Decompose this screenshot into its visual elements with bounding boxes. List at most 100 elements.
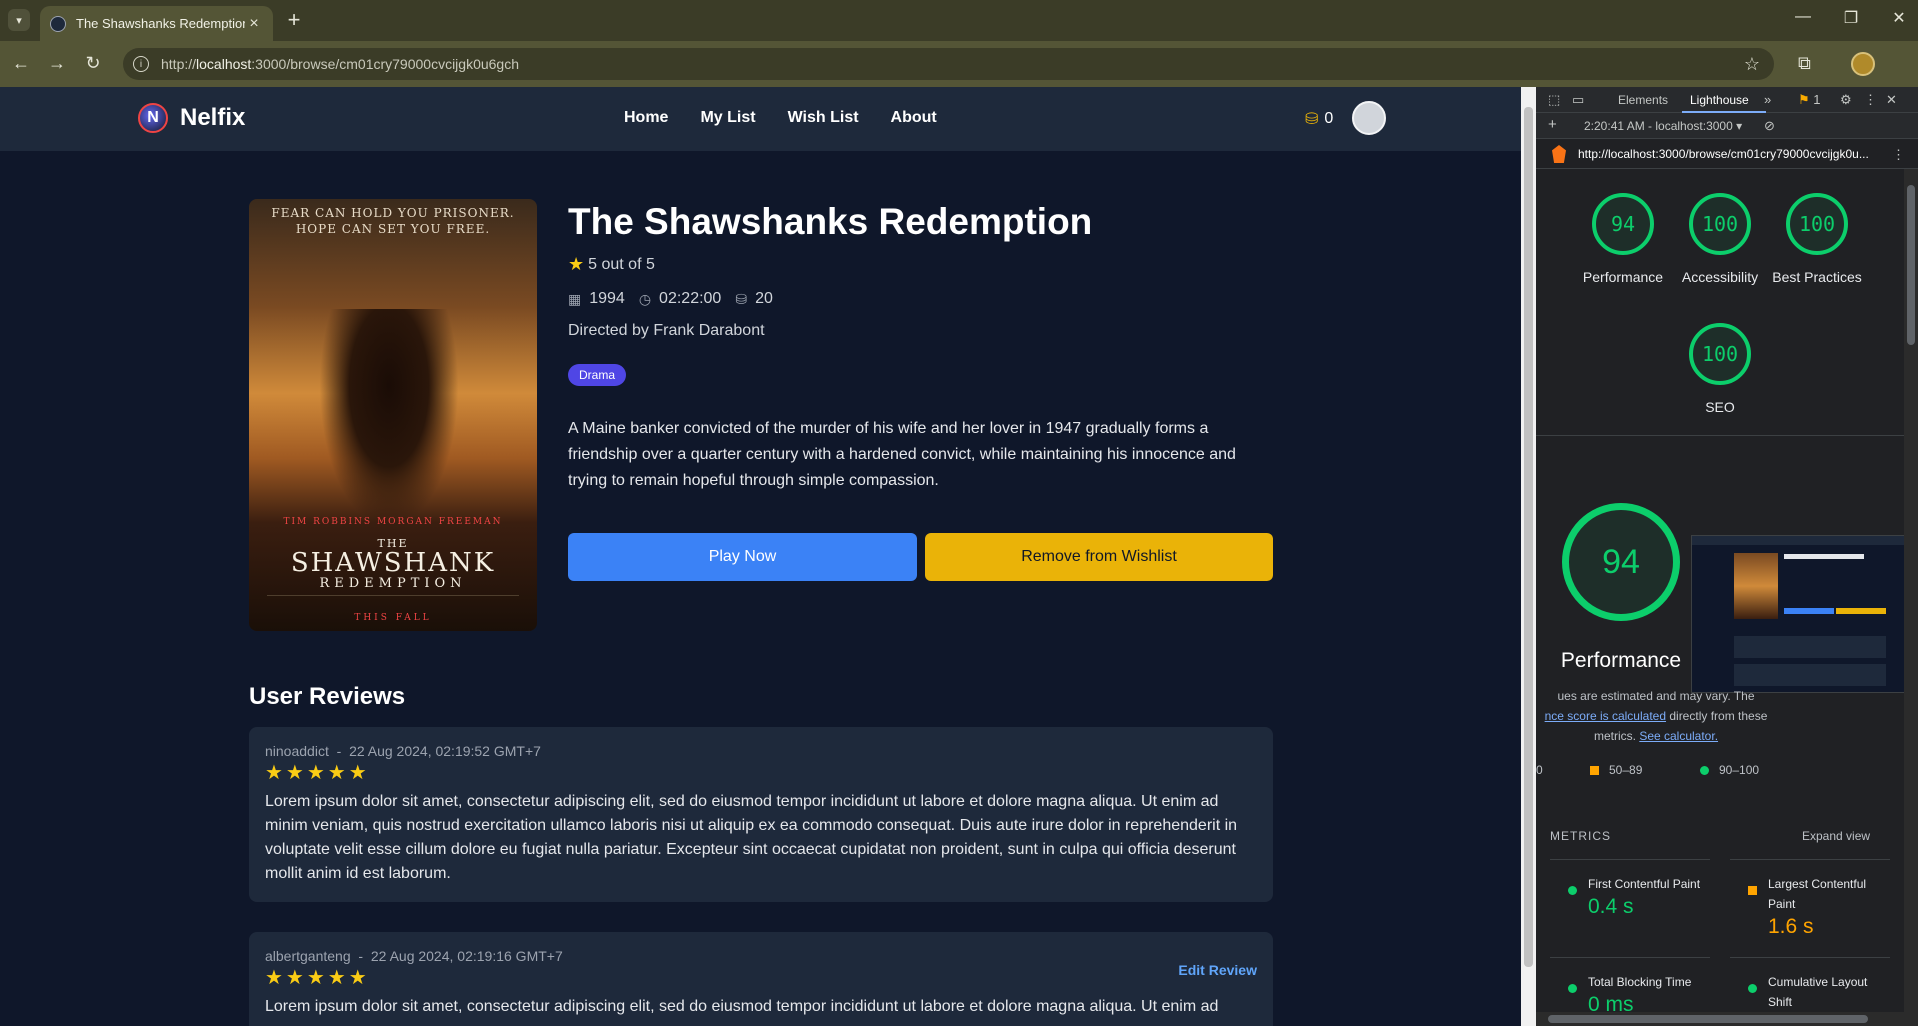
review-stars-icon: ★★★★★ (265, 762, 370, 784)
metric-lcp: Largest Contentful Paint 1.6 s (1730, 859, 1890, 940)
review-header: albertganteng - 22 Aug 2024, 02:19:16 GM… (265, 948, 563, 964)
metric-average-icon (1748, 886, 1757, 895)
new-report-plus-icon[interactable]: + (1548, 116, 1557, 133)
address-url[interactable]: http://localhost:3000/browse/cm01cry7900… (161, 56, 519, 72)
score-calculated-link[interactable]: nce score is calculated (1545, 709, 1666, 723)
movie-year: 1994 (589, 290, 625, 307)
site-info-icon[interactable]: i (133, 56, 149, 72)
settings-gear-icon[interactable]: ⚙ (1840, 92, 1852, 108)
coin-balance: ⛁ 0 (1305, 109, 1333, 129)
score-gauge-best-practices[interactable]: 100 (1786, 193, 1848, 255)
metric-fcp: First Contentful Paint 0.4 s (1550, 859, 1710, 920)
score-gauge-accessibility[interactable]: 100 (1689, 193, 1751, 255)
poster-figure (319, 309, 459, 529)
browser-tab-strip: ▾ The Shawshanks Redemption × + — ❐ ✕ (0, 0, 1918, 41)
devtools-scrollbar[interactable] (1904, 169, 1918, 1026)
browser-tab-active[interactable]: The Shawshanks Redemption × (40, 6, 273, 41)
movie-synopsis: A Maine banker convicted of the murder o… (568, 420, 1236, 489)
rating-star-icon: ★ (568, 254, 585, 274)
nav-links: Home My List Wish List About (624, 109, 937, 127)
lighthouse-logo-icon (1552, 145, 1566, 163)
new-tab-plus-icon[interactable]: + (282, 8, 306, 32)
brand[interactable]: N Nelfix (138, 103, 245, 133)
poster-footer: THIS FALL (354, 613, 432, 623)
remove-from-wishlist-button[interactable]: Remove from Wishlist (925, 533, 1273, 581)
movie-price: 20 (755, 290, 773, 307)
minimize-icon[interactable]: — (1788, 8, 1818, 26)
review-card: ninoaddict - 22 Aug 2024, 02:19:52 GMT+7… (249, 727, 1273, 902)
devtools-tab-lighthouse[interactable]: Lighthouse (1690, 93, 1749, 107)
score-gauge-seo[interactable]: 100 (1689, 323, 1751, 385)
tab-list-chevron-icon[interactable]: ▾ (8, 9, 30, 31)
extensions-puzzle-icon[interactable]: ⧉ (1798, 53, 1811, 74)
score-note: ues are estimated and may vary. The nce … (1544, 689, 1768, 743)
nav-my-list[interactable]: My List (700, 109, 755, 127)
browser-profile-avatar[interactable] (1851, 52, 1875, 76)
score-label-best-practices: Best Practices (1772, 269, 1862, 285)
play-now-button[interactable]: Play Now (568, 533, 917, 581)
window-close-icon[interactable]: ✕ (1884, 8, 1914, 28)
metric-pass-icon (1748, 984, 1757, 993)
nav-wish-list[interactable]: Wish List (788, 109, 859, 127)
devtools-tab-bar: ⬚ ▭ Elements Lighthouse » ⚑ 1 ⚙ ⋮ ✕ (1536, 87, 1918, 113)
movie-title: The Shawshanks Redemption (568, 201, 1093, 242)
review-stars-icon: ★★★★★ (265, 967, 370, 989)
legend-zero: 0 (1536, 763, 1543, 777)
report-menu-icon[interactable]: ⋮ (1892, 147, 1905, 163)
inspect-element-icon[interactable]: ⬚ (1548, 92, 1560, 108)
report-selector[interactable]: 2:20:41 AM - localhost:3000 ▾ (1584, 119, 1742, 133)
address-bar[interactable]: i http://localhost:3000/browse/cm01cry79… (123, 48, 1774, 80)
review-card: albertganteng - 22 Aug 2024, 02:19:16 GM… (249, 932, 1273, 1026)
review-date: 22 Aug 2024, 02:19:52 GMT+7 (349, 743, 541, 759)
main-performance-label: Performance (1560, 649, 1682, 672)
movie-meta: ▦ 1994 ◷ 02:22:00 ⛁ 20 (568, 290, 773, 308)
poster-cast: TIM ROBBINS MORGAN FREEMAN (283, 517, 503, 527)
back-arrow-icon[interactable]: ← (9, 53, 33, 74)
nav-home[interactable]: Home (624, 109, 668, 127)
more-options-icon[interactable]: ⋮ (1864, 92, 1877, 108)
score-gauge-performance[interactable]: 94 (1592, 193, 1654, 255)
divider (1536, 435, 1904, 436)
review-body: Lorem ipsum dolor sit amet, consectetur … (265, 793, 1238, 882)
tab-close-icon[interactable]: × (245, 15, 263, 33)
page-scrollbar[interactable] (1521, 87, 1536, 1026)
devtools-tab-elements[interactable]: Elements (1618, 93, 1668, 107)
nav-about[interactable]: About (891, 109, 937, 127)
clear-icon[interactable]: ⊘ (1764, 118, 1775, 134)
page-scrollbar-thumb[interactable] (1524, 107, 1533, 967)
expand-view-link[interactable]: Expand view (1802, 829, 1870, 843)
legend-dot-icon (1700, 765, 1709, 775)
bookmark-star-icon[interactable]: ☆ (1744, 54, 1760, 75)
genre-badge: Drama (568, 364, 627, 386)
devtools-close-icon[interactable]: ✕ (1886, 92, 1897, 108)
forward-arrow-icon[interactable]: → (45, 53, 69, 74)
nelfix-logo-icon: N (138, 103, 168, 133)
review-author: ninoaddict (265, 743, 329, 759)
brand-name: Nelfix (180, 104, 246, 131)
more-tabs-icon[interactable]: » (1764, 92, 1771, 107)
poster-credits (267, 595, 519, 615)
web-page: N Nelfix Home My List Wish List About ⛁ … (0, 87, 1521, 1026)
devtools-scrollbar-thumb[interactable] (1907, 185, 1915, 345)
tab-title: The Shawshanks Redemption (76, 16, 245, 31)
movie-poster: FEAR CAN HOLD YOU PRISONER. HOPE CAN SET… (249, 199, 537, 631)
legend-mid: 50–89 (1590, 763, 1642, 777)
review-body: Lorem ipsum dolor sit amet, consectetur … (265, 998, 1219, 1015)
device-toolbar-icon[interactable]: ▭ (1572, 92, 1584, 108)
issues-icon[interactable]: ⚑ 1 (1798, 92, 1821, 108)
devtools-hscrollbar-thumb[interactable] (1548, 1015, 1868, 1023)
rating-text: 5 out of 5 (588, 255, 655, 273)
metric-cls: Cumulative Layout Shift (1730, 957, 1890, 1012)
devtools-hscrollbar[interactable] (1536, 1012, 1904, 1026)
page-screenshot-thumbnail[interactable] (1691, 535, 1905, 693)
restore-icon[interactable]: ❐ (1836, 8, 1866, 28)
user-avatar[interactable] (1352, 101, 1386, 135)
browser-toolbar: ← → ↻ i http://localhost:3000/browse/cm0… (0, 41, 1918, 87)
reload-icon[interactable]: ↻ (81, 53, 105, 74)
edit-review-link[interactable]: Edit Review (1178, 962, 1257, 978)
poster-tagline: FEAR CAN HOLD YOU PRISONER. HOPE CAN SET… (271, 206, 515, 236)
metric-pass-icon (1568, 886, 1577, 895)
see-calculator-link[interactable]: See calculator. (1639, 729, 1718, 743)
metric-pass-icon (1568, 984, 1577, 993)
site-navbar: N Nelfix Home My List Wish List About ⛁ … (0, 87, 1521, 151)
